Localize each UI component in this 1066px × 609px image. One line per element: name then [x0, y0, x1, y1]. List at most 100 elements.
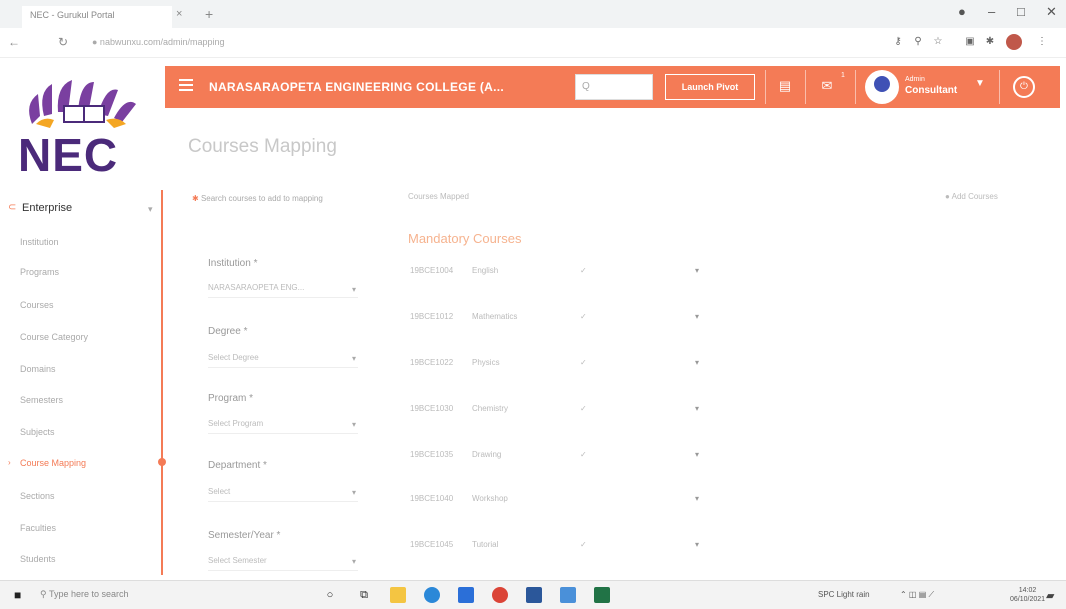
chevron-right-icon: ›	[8, 458, 11, 467]
logo-text: NEC	[18, 129, 119, 181]
chevron-down-icon[interactable]: ▼	[975, 78, 985, 89]
account-avatar-icon[interactable]	[1006, 34, 1022, 50]
taskbar-search-text: Type here to search	[48, 589, 129, 599]
user-name[interactable]: Consultant	[905, 85, 957, 96]
taskbar-search[interactable]: ⚲ Type here to search	[40, 589, 128, 600]
form-hint-text: Search courses to add to mapping	[200, 194, 323, 203]
sidebar-heading-label: Enterprise	[22, 202, 73, 214]
check-icon: ✓	[580, 312, 587, 321]
institution-select[interactable]: NARASARAOPETA ENG...	[208, 280, 358, 298]
minimize-button[interactable]: –	[988, 4, 995, 19]
sidebar-item-course-category[interactable]: Course Category	[20, 332, 88, 342]
browser-tab[interactable]: NEC - Gurukul Portal	[22, 6, 172, 28]
windows-start-icon[interactable]: ■	[14, 588, 21, 602]
chevron-down-icon[interactable]: ▾	[148, 204, 153, 215]
photos-icon[interactable]	[560, 587, 576, 603]
course-row[interactable]: 19BCE1022 Physics ✓ ▾	[410, 358, 710, 378]
courses-panel-header: Courses Mapped	[408, 192, 469, 201]
user-avatar[interactable]	[865, 70, 899, 104]
word-icon[interactable]	[526, 587, 542, 603]
notification-badge: 1	[841, 72, 845, 79]
power-icon[interactable]: ⏻	[1013, 76, 1035, 98]
edge-icon[interactable]	[424, 587, 440, 603]
course-row[interactable]: 19BCE1004 English ✓ ▾	[410, 266, 710, 286]
hamburger-menu-icon[interactable]	[179, 79, 193, 91]
back-arrow-icon[interactable]: ←	[8, 35, 20, 49]
maximize-button[interactable]: □	[1017, 4, 1025, 19]
chevron-down-icon[interactable]: ▾	[352, 557, 356, 566]
taskbar-clock[interactable]: 14:02 06/10/2021	[1010, 586, 1045, 604]
cortana-icon[interactable]: ○	[322, 587, 338, 603]
chevron-down-icon[interactable]: ▾	[352, 420, 356, 429]
search-input[interactable]: Q	[575, 74, 653, 100]
tray-icons[interactable]: ⌃ ◫ ▤ ⟋	[900, 590, 934, 600]
sidebar-item-courses[interactable]: Courses	[20, 300, 54, 310]
department-select[interactable]: Select	[208, 484, 358, 502]
check-icon: ✓	[580, 404, 587, 413]
task-view-icon[interactable]: ⧉	[356, 587, 372, 603]
file-explorer-icon[interactable]	[390, 587, 406, 603]
sidebar-item-subjects[interactable]: Subjects	[20, 427, 55, 437]
course-row[interactable]: 19BCE1030 Chemistry ✓ ▾	[410, 404, 710, 424]
extension-icon[interactable]: ▣	[964, 36, 976, 48]
semester-label: Semester/Year *	[208, 530, 281, 541]
chevron-down-icon[interactable]: ▾	[695, 494, 699, 503]
course-name: Chemistry	[472, 404, 509, 413]
course-row[interactable]: 19BCE1012 Mathematics ✓ ▾	[410, 312, 710, 332]
mail-icon[interactable]: ✉	[819, 78, 835, 94]
weather-tray[interactable]: SPC Light rain	[818, 590, 870, 599]
profile-icon[interactable]: ●	[958, 4, 966, 19]
zoom-icon[interactable]: ⚲	[912, 36, 924, 48]
sidebar-item-semesters[interactable]: Semesters	[20, 395, 63, 405]
star-icon[interactable]: ☆	[932, 36, 944, 48]
reload-icon[interactable]: ↻	[58, 35, 68, 49]
puzzle-icon[interactable]: ✱	[984, 36, 996, 48]
new-tab-button[interactable]: +	[205, 6, 213, 22]
course-code: 19BCE1004	[410, 266, 454, 275]
key-icon[interactable]: ⚷	[892, 36, 904, 48]
store-icon[interactable]	[458, 587, 474, 603]
chevron-down-icon[interactable]: ▾	[695, 266, 699, 275]
course-row[interactable]: 19BCE1040 Workshop ▾	[410, 494, 710, 514]
more-menu-icon[interactable]: ⋮	[1036, 36, 1048, 48]
user-role: Admin	[905, 76, 925, 83]
sidebar-item-programs[interactable]: Programs	[20, 267, 59, 277]
active-indicator	[158, 458, 166, 466]
check-icon: ✓	[580, 540, 587, 549]
calendar-icon[interactable]: ▤	[777, 78, 793, 94]
sidebar-item-institution[interactable]: Institution	[20, 237, 59, 247]
chevron-down-icon[interactable]: ▾	[695, 450, 699, 459]
launch-pivot-button[interactable]: Launch Pivot	[665, 74, 755, 100]
add-courses-button[interactable]: ● Add Courses	[945, 192, 998, 201]
sidebar: ⊂ Enterprise ▾ Institution Programs Cour…	[0, 190, 166, 575]
semester-select[interactable]: Select Semester	[208, 553, 358, 571]
sidebar-item-faculties[interactable]: Faculties	[20, 523, 56, 533]
course-row[interactable]: 19BCE1045 Tutorial ✓ ▾	[410, 540, 710, 560]
course-code: 19BCE1040	[410, 494, 454, 503]
close-tab-icon[interactable]: ×	[176, 8, 182, 20]
chevron-down-icon[interactable]: ▾	[695, 404, 699, 413]
course-name: Physics	[472, 358, 500, 367]
sidebar-item-domains[interactable]: Domains	[20, 364, 56, 374]
windows-taskbar: ■ ⚲ Type here to search ○ ⧉ SPC Light ra…	[0, 580, 1066, 609]
sidebar-item-course-mapping[interactable]: Course Mapping	[20, 458, 86, 468]
chrome-icon[interactable]	[492, 587, 508, 603]
course-name: Drawing	[472, 450, 502, 459]
program-select[interactable]: Select Program	[208, 416, 358, 434]
url-field[interactable]: ● nabwunxu.com/admin/mapping	[92, 37, 225, 47]
excel-icon[interactable]	[594, 587, 610, 603]
chevron-down-icon[interactable]: ▾	[352, 285, 356, 294]
chevron-down-icon[interactable]: ▾	[352, 488, 356, 497]
close-window-button[interactable]: ✕	[1046, 4, 1057, 20]
chevron-down-icon[interactable]: ▾	[695, 312, 699, 321]
chevron-down-icon[interactable]: ▾	[352, 354, 356, 363]
course-name: Mathematics	[472, 312, 518, 321]
notification-center-icon[interactable]: ▰	[1046, 589, 1054, 602]
chevron-down-icon[interactable]: ▾	[695, 540, 699, 549]
sidebar-item-sections[interactable]: Sections	[20, 491, 55, 501]
chevron-down-icon[interactable]: ▾	[695, 358, 699, 367]
degree-select[interactable]: Select Degree	[208, 350, 358, 368]
course-name: Tutorial	[472, 540, 499, 549]
sidebar-item-students[interactable]: Students	[20, 554, 56, 564]
course-row[interactable]: 19BCE1035 Drawing ✓ ▾	[410, 450, 710, 470]
